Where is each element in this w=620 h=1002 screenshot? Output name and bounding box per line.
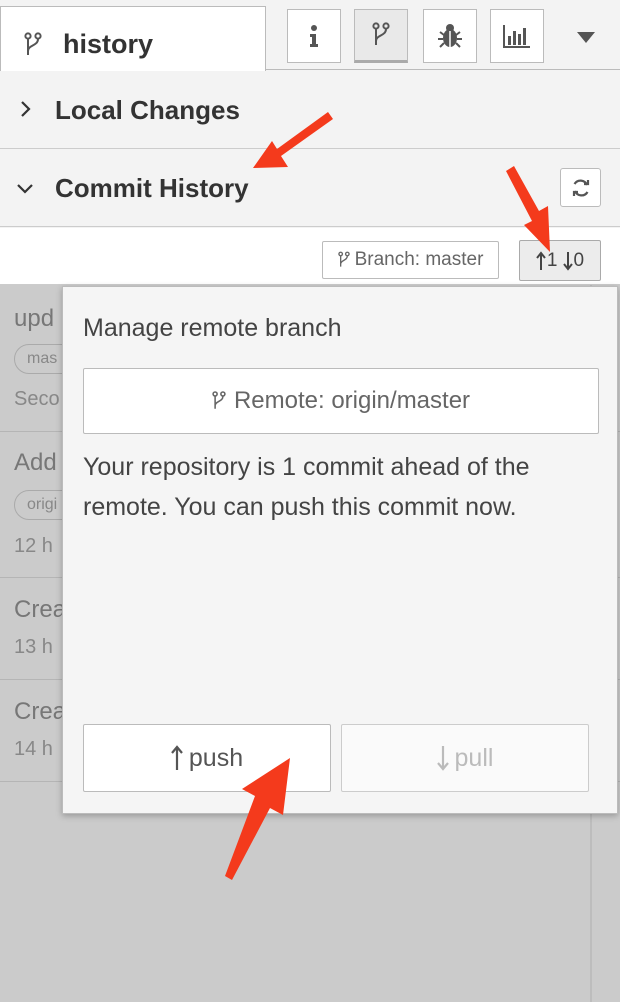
chart-icon: [503, 25, 530, 48]
arrow-down-icon: [562, 251, 573, 271]
arrow-down-icon: [436, 746, 449, 771]
remote-select-button[interactable]: Remote: origin/master: [83, 368, 599, 434]
popover-heading: Manage remote branch: [83, 314, 342, 342]
ahead-count: 1: [546, 249, 558, 271]
pull-label: pull: [454, 743, 494, 772]
commit-title: Crea: [14, 596, 67, 623]
commit-title: Add: [14, 449, 57, 476]
chevron-down-icon: [17, 184, 33, 194]
panel-tab-bar: history: [0, 0, 620, 71]
branch-label: Branch: master: [354, 249, 484, 270]
commit-history-header[interactable]: Commit History: [0, 149, 620, 227]
commit-time: Seco: [14, 388, 60, 410]
info-button[interactable]: [287, 9, 341, 63]
manage-remote-popover: Manage remote branch Remote: origin/mast…: [62, 286, 618, 814]
tab-label: history: [63, 29, 154, 59]
refresh-icon: [572, 179, 589, 196]
push-button[interactable]: push: [83, 724, 331, 792]
remote-label: Remote: origin/master: [233, 387, 471, 414]
branch-icon: [212, 391, 226, 409]
status-message: Your repository is 1 commit ahead of the…: [83, 453, 530, 521]
tab-history[interactable]: history: [0, 6, 266, 71]
branch-icon: [372, 22, 390, 45]
local-changes-header[interactable]: Local Changes: [0, 71, 620, 149]
bug-icon: [438, 24, 462, 48]
commit-history-title: Commit History: [55, 173, 249, 203]
more-menu-button[interactable]: [572, 28, 600, 46]
caret-down-icon: [577, 31, 595, 43]
branch-icon: [337, 251, 350, 267]
commit-time: 13 h: [14, 636, 53, 658]
arrow-up-icon: [171, 745, 183, 770]
branch-select-button[interactable]: Branch: master: [322, 241, 499, 279]
refresh-button[interactable]: [560, 168, 601, 207]
debug-button[interactable]: [423, 9, 477, 63]
commit-title: upd: [14, 305, 55, 332]
history-button[interactable]: [354, 9, 408, 63]
pull-button[interactable]: pull: [341, 724, 589, 792]
commit-time: 12 h: [14, 535, 53, 557]
commit-title: Crea: [14, 698, 67, 725]
remote-status-button[interactable]: 1 0: [519, 240, 601, 281]
info-icon: [310, 25, 318, 47]
local-changes-title: Local Changes: [55, 95, 240, 125]
behind-count: 0: [573, 249, 585, 271]
push-label: push: [188, 743, 244, 772]
chevron-right-icon: [21, 101, 31, 117]
commit-time: 14 h: [14, 738, 53, 760]
branch-icon: [24, 32, 42, 55]
arrow-up-icon: [536, 250, 546, 270]
stats-button[interactable]: [490, 9, 544, 63]
